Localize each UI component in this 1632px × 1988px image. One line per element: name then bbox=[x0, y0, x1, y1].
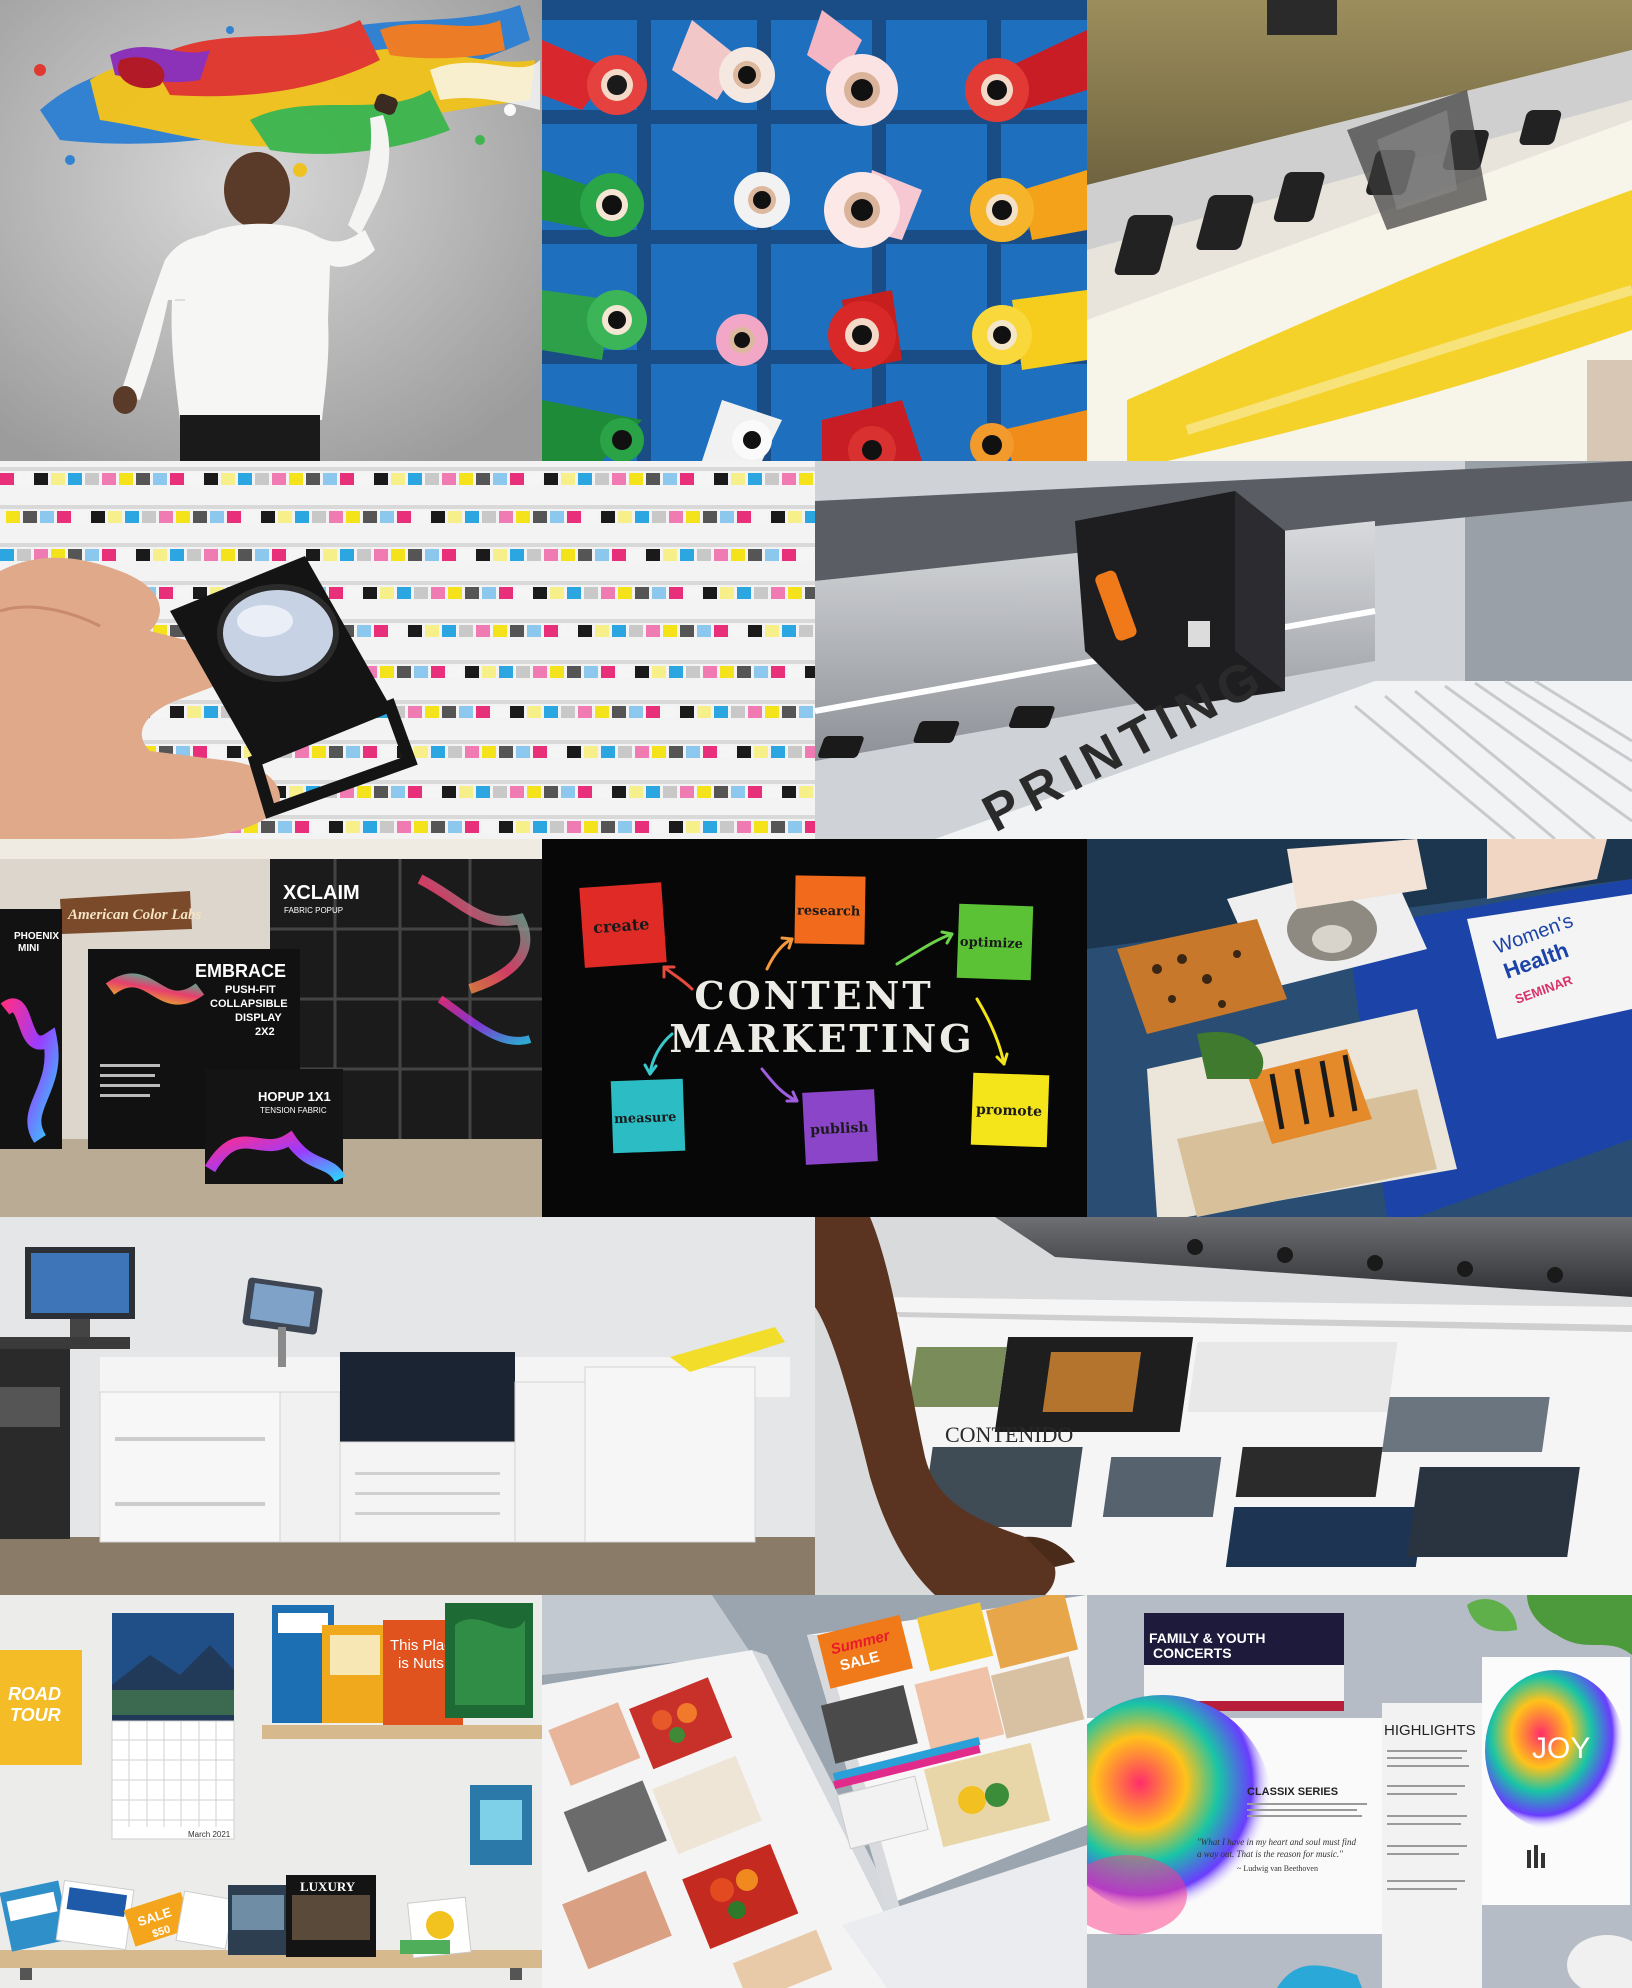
concert-line1: FAMILY & YOUTH bbox=[1149, 1630, 1265, 1646]
shelves-photo: ROAD TOUR March 2021 This Place is Nuts. bbox=[0, 1595, 542, 1988]
tile-printed-catalogs: Summer SALE bbox=[542, 1595, 1087, 1988]
note-publish: publish bbox=[802, 1089, 878, 1165]
tile-vinyl-rolls bbox=[542, 0, 1087, 461]
posters-photo: Women's Health SEMINAR bbox=[1087, 839, 1632, 1217]
embrace-sub1: PUSH-FIT bbox=[225, 984, 276, 996]
displays-photo: American Color Labs XCLAIM FABRIC POPUP … bbox=[0, 839, 542, 1217]
catalogs-photo: Summer SALE bbox=[542, 1595, 1087, 1988]
note-promote: promote bbox=[970, 1072, 1050, 1148]
tile-trade-show-displays: American Color Labs XCLAIM FABRIC POPUP … bbox=[0, 839, 542, 1217]
digital-press-photo bbox=[0, 1217, 815, 1595]
painter-photo bbox=[0, 0, 542, 461]
printer-photo bbox=[1087, 0, 1632, 461]
cutter-sheet-word: CONTENIDO bbox=[945, 1422, 1073, 1447]
quote-line1: "What I have in my heart and soul must f… bbox=[1197, 1837, 1357, 1847]
xclaim-subtitle: FABRIC POPUP bbox=[284, 906, 343, 915]
note-create: create bbox=[579, 882, 667, 968]
tile-content-marketing: create research optimize measure publish… bbox=[542, 839, 1087, 1217]
color-proof-photo bbox=[0, 461, 815, 839]
content-marketing-board: create research optimize measure publish… bbox=[542, 839, 1087, 1217]
tile-printed-products-shelves: ROAD TOUR March 2021 This Place is Nuts. bbox=[0, 1595, 542, 1988]
svg-text:measure: measure bbox=[614, 1110, 677, 1127]
note-research: research bbox=[794, 875, 866, 945]
tile-digital-press bbox=[0, 1217, 815, 1595]
highlights-heading: HIGHLIGHTS bbox=[1384, 1722, 1476, 1739]
tile-large-format-printer bbox=[1087, 0, 1632, 461]
plotter-photo: PRINTING bbox=[815, 461, 1632, 839]
concert-line2: CONCERTS bbox=[1153, 1645, 1232, 1661]
tile-painter-splash bbox=[0, 0, 542, 461]
note-measure: measure bbox=[610, 1078, 686, 1154]
joy-title: JOY bbox=[1532, 1732, 1590, 1765]
tile-concert-brochures: FAMILY & YOUTH CONCERTS CLASSIX SERIES "… bbox=[1087, 1595, 1632, 1988]
quote-attribution: ~ Ludwig van Beethoven bbox=[1237, 1864, 1318, 1873]
road-tour-line1: ROAD bbox=[8, 1684, 61, 1704]
svg-text:create: create bbox=[592, 914, 649, 937]
brochures-photo: FAMILY & YOUTH CONCERTS CLASSIX SERIES "… bbox=[1087, 1595, 1632, 1988]
classix-series: CLASSIX SERIES bbox=[1247, 1786, 1338, 1798]
phoenix-line2: MINI bbox=[18, 943, 39, 954]
tile-printed-posters: Women's Health SEMINAR bbox=[1087, 839, 1632, 1217]
phoenix-line1: PHOENIX bbox=[14, 931, 59, 942]
content-marketing-title-1: CONTENT bbox=[694, 973, 933, 1018]
svg-text:research: research bbox=[797, 903, 861, 919]
quote-line2: a way out. That is the reason for music.… bbox=[1197, 1849, 1343, 1859]
nuts-line2: is Nuts. bbox=[398, 1655, 448, 1672]
embrace-title: EMBRACE bbox=[195, 961, 286, 981]
tile-color-proof-loupe bbox=[0, 461, 815, 839]
calendar-month: March 2021 bbox=[188, 1830, 231, 1839]
embrace-sub2: COLLAPSIBLE bbox=[210, 998, 288, 1010]
vinyl-rolls-photo bbox=[542, 0, 1087, 461]
wall-sign-text: American Color Labs bbox=[67, 907, 202, 923]
svg-text:promote: promote bbox=[976, 1102, 1043, 1120]
hopup-title: HOPUP 1X1 bbox=[258, 1089, 331, 1104]
xclaim-title: XCLAIM bbox=[283, 882, 360, 904]
luxury-magazine-title: LUXURY bbox=[300, 1879, 356, 1894]
embrace-sub3: DISPLAY bbox=[235, 1012, 282, 1024]
tile-wide-plotter: PRINTING bbox=[815, 461, 1632, 839]
cutter-photo: CONTENIDO bbox=[815, 1217, 1632, 1595]
content-marketing-title-2: MARKETING bbox=[669, 1016, 974, 1061]
tile-paper-cutter: CONTENIDO bbox=[815, 1217, 1632, 1595]
road-tour-line2: TOUR bbox=[10, 1705, 61, 1725]
svg-text:optimize: optimize bbox=[960, 935, 1024, 952]
svg-text:publish: publish bbox=[810, 1120, 869, 1139]
hopup-subtitle: TENSION FABRIC bbox=[260, 1106, 327, 1115]
note-optimize: optimize bbox=[956, 903, 1034, 981]
embrace-sub4: 2X2 bbox=[255, 1026, 275, 1038]
